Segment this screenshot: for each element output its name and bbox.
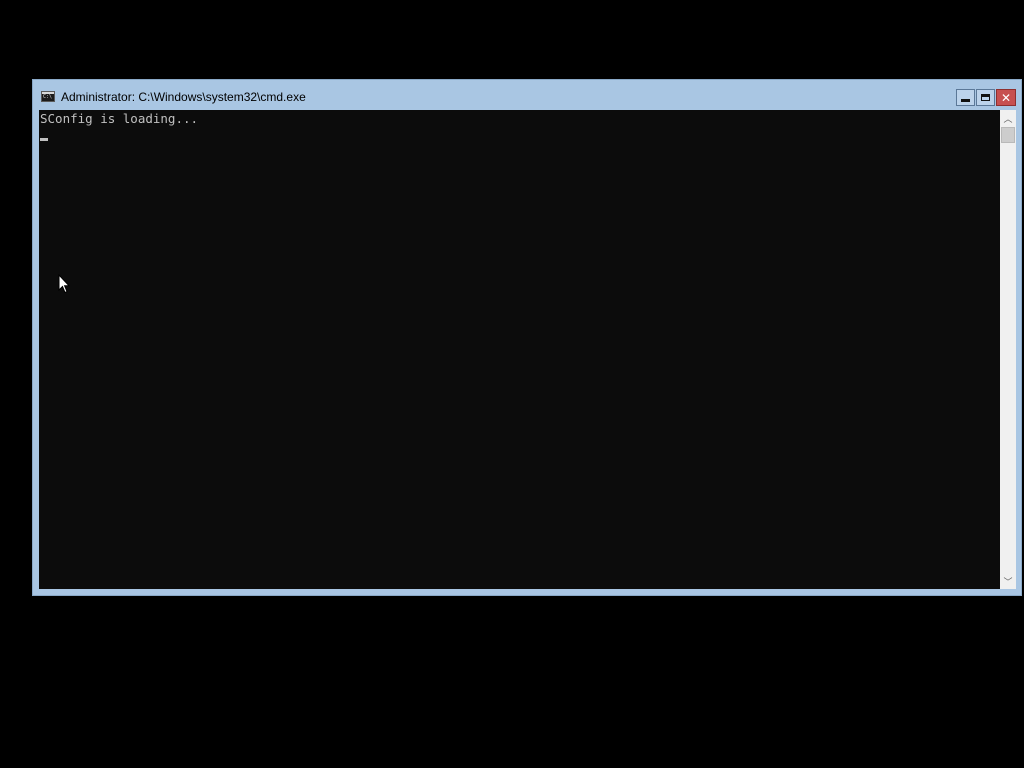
vertical-scrollbar[interactable]: ︿ ﹀ (1000, 110, 1016, 589)
cmd-window[interactable]: Administrator: C:\Windows\system32\cmd.e… (32, 79, 1022, 596)
window-title: Administrator: C:\Windows\system32\cmd.e… (61, 90, 306, 104)
text-caret (40, 138, 48, 141)
close-icon: ✕ (1000, 90, 1012, 105)
minimize-icon (961, 98, 970, 102)
scroll-thumb[interactable] (1001, 127, 1015, 143)
chevron-down-icon: ﹀ (1003, 577, 1013, 588)
maximize-icon (981, 94, 990, 101)
mouse-pointer-icon (58, 274, 70, 294)
console-icon[interactable] (41, 91, 55, 102)
close-button[interactable]: ✕ (996, 89, 1016, 106)
title-bar[interactable]: Administrator: C:\Windows\system32\cmd.e… (33, 80, 1021, 110)
console-output[interactable]: SConfig is loading... (39, 110, 1000, 589)
chevron-up-icon: ︿ (1003, 114, 1013, 125)
minimize-button[interactable] (956, 89, 975, 106)
scroll-up-button[interactable]: ︿ (1000, 110, 1016, 126)
maximize-button[interactable] (976, 89, 995, 106)
desktop: Administrator: C:\Windows\system32\cmd.e… (0, 0, 1024, 768)
console-line: SConfig is loading... (40, 111, 199, 126)
scroll-down-button[interactable]: ﹀ (1000, 573, 1016, 589)
